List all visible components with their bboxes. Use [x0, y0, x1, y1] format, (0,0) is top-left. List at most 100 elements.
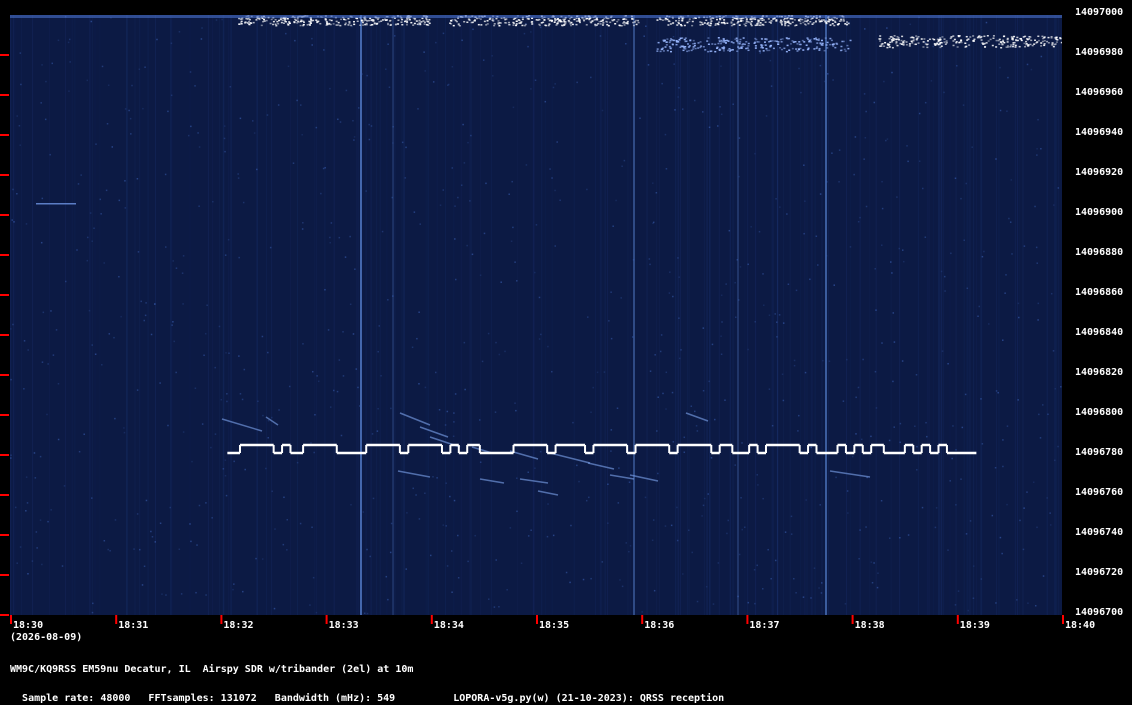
- noise-stripe: [74, 15, 75, 615]
- noise-speckle: [633, 259, 635, 261]
- noise-stripe: [517, 15, 518, 615]
- top-signal: [798, 49, 800, 51]
- noise-speckle: [494, 606, 496, 608]
- top-signal: [295, 20, 297, 22]
- noise-speckle: [826, 255, 828, 257]
- noise-speckle: [454, 500, 456, 502]
- top-signal: [689, 45, 691, 47]
- noise-speckle: [555, 245, 557, 247]
- noise-speckle: [369, 139, 371, 141]
- top-signal: [487, 20, 489, 22]
- noise-speckle: [165, 174, 167, 176]
- top-signal: [275, 25, 277, 27]
- top-signal: [515, 25, 517, 27]
- top-signal: [262, 21, 264, 23]
- noise-speckle: [316, 375, 318, 377]
- noise-speckle: [42, 361, 44, 363]
- top-signal: [294, 22, 296, 24]
- noise-speckle: [91, 497, 93, 499]
- top-signal: [820, 20, 822, 22]
- noise-speckle: [621, 166, 623, 168]
- noise-speckle: [891, 72, 893, 74]
- noise-stripe: [170, 15, 171, 615]
- noise-speckle: [703, 505, 705, 507]
- top-signal: [249, 24, 251, 26]
- top-signal: [952, 35, 954, 37]
- noise-speckle: [145, 315, 147, 317]
- x-tick-label: 18:40: [1065, 620, 1095, 632]
- top-signal: [691, 50, 693, 52]
- noise-speckle: [839, 149, 841, 151]
- noise-stripe: [706, 15, 707, 615]
- top-signal: [669, 46, 671, 48]
- noise-speckle: [831, 152, 833, 154]
- top-signal: [681, 37, 683, 39]
- top-signal: [410, 22, 412, 24]
- noise-speckle: [826, 181, 828, 183]
- noise-speckle: [243, 202, 245, 204]
- noise-speckle: [377, 430, 379, 432]
- noise-speckle: [657, 396, 659, 398]
- top-signal: [754, 19, 756, 20]
- top-signal: [416, 20, 418, 22]
- noise-speckle: [215, 433, 217, 435]
- noise-speckle: [925, 236, 927, 238]
- noise-speckle: [707, 493, 709, 495]
- bandwidth: Bandwidth (mHz): 549: [275, 693, 395, 705]
- top-signal: [657, 48, 659, 50]
- top-signal: [312, 20, 314, 22]
- top-signal: [310, 19, 312, 21]
- top-signal: [389, 20, 391, 22]
- top-signal: [1027, 39, 1029, 41]
- noise-speckle: [608, 320, 610, 322]
- noise-stripe: [445, 15, 446, 615]
- top-signal: [401, 24, 403, 26]
- noise-speckle: [822, 360, 824, 362]
- top-signal: [616, 21, 618, 23]
- top-signal: [793, 41, 795, 43]
- noise-speckle: [643, 35, 645, 37]
- noise-speckle: [100, 213, 102, 215]
- station-info: WM9C/KQ9RSS EM59nu Decatur, IL Airspy SD…: [10, 664, 413, 676]
- date-label: (2026-08-09): [10, 632, 82, 644]
- noise-speckle: [618, 467, 620, 469]
- noise-stripe: [719, 15, 720, 615]
- noise-stripe: [231, 15, 232, 615]
- top-signal: [939, 37, 941, 39]
- noise-speckle: [382, 231, 384, 233]
- top-signal: [602, 24, 604, 26]
- top-signal: [380, 20, 382, 22]
- noise-speckle: [91, 240, 93, 242]
- noise-speckle: [195, 592, 197, 594]
- top-signal: [809, 21, 811, 23]
- top-signal: [622, 19, 624, 21]
- noise-speckle: [32, 560, 34, 562]
- noise-speckle: [514, 402, 516, 404]
- noise-speckle: [499, 354, 501, 356]
- noise-stripe: [860, 15, 861, 615]
- top-signal: [716, 19, 718, 21]
- noise-speckle: [877, 572, 879, 574]
- top-signal: [678, 20, 680, 22]
- noise-speckle: [1036, 154, 1038, 156]
- noise-speckle: [721, 295, 723, 297]
- noise-speckle: [796, 290, 798, 292]
- noise-speckle: [461, 40, 463, 42]
- top-signal: [684, 39, 686, 41]
- top-signal: [786, 51, 788, 53]
- noise-speckle: [1018, 317, 1020, 319]
- noise-stripe: [811, 15, 812, 615]
- top-signal: [889, 38, 891, 40]
- noise-speckle: [418, 311, 420, 313]
- noise-speckle: [661, 334, 663, 336]
- noise-speckle: [274, 528, 276, 530]
- noise-speckle: [480, 274, 482, 276]
- top-signal: [1055, 37, 1057, 39]
- noise-speckle: [876, 407, 878, 409]
- top-signal: [1051, 36, 1053, 38]
- noise-speckle: [611, 429, 613, 431]
- x-tick-label: 18:34: [434, 620, 464, 632]
- noise-stripe: [850, 15, 851, 615]
- noise-stripe: [812, 15, 813, 615]
- noise-speckle: [190, 126, 192, 128]
